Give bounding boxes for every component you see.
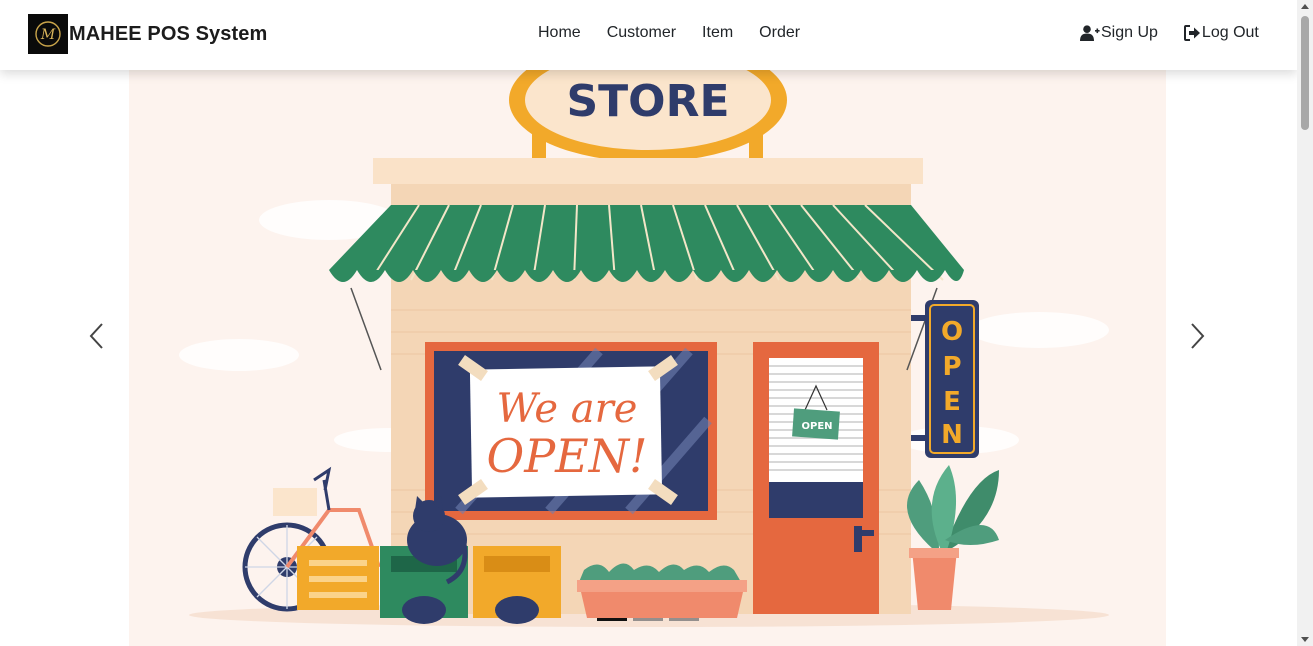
navbar: M MAHEE POS System Home Customer Item Or… [0,0,1297,70]
logout-icon [1183,25,1200,41]
svg-text:M: M [40,27,56,43]
svg-text:STORE: STORE [566,76,729,127]
signup-link[interactable]: Sign Up [1080,24,1158,42]
chevron-left-icon [89,323,103,349]
chevron-right-icon [1191,323,1205,349]
svg-text:OPEN!: OPEN! [487,429,648,483]
carousel-indicator[interactable] [633,618,663,621]
scroll-thumb[interactable] [1301,16,1309,130]
brand-logo: M [28,14,68,54]
signup-label: Sign Up [1101,24,1158,41]
carousel-next-button[interactable] [1178,306,1218,366]
carousel-indicator[interactable] [597,618,627,621]
nav-customer[interactable]: Customer [607,24,676,42]
user-plus-icon [1080,25,1100,41]
logout-link[interactable]: Log Out [1183,24,1259,42]
svg-text:E: E [943,387,961,417]
carousel-indicators [597,618,699,621]
hero-carousel: STORE We are OPEN! OPEN O P E N [0,70,1297,646]
scroll-down-arrow-icon[interactable] [1301,637,1309,642]
nav-account: Sign Up Log Out [1080,24,1259,42]
page-scrollbar[interactable] [1297,0,1313,646]
store-illustration: STORE We are OPEN! OPEN O P E N [179,70,1109,627]
nav-home[interactable]: Home [538,24,581,42]
svg-text:P: P [942,352,961,382]
nav-item[interactable]: Item [702,24,733,42]
logout-label: Log Out [1201,24,1259,41]
carousel-prev-button[interactable] [76,306,116,366]
brand-name: MAHEE POS System [69,22,268,45]
nav-links: Home Customer Item Order [538,24,800,42]
carousel-indicator[interactable] [669,618,699,621]
svg-text:OPEN: OPEN [801,421,832,432]
nav-order[interactable]: Order [759,24,800,42]
svg-text:O: O [941,317,963,347]
scroll-up-arrow-icon[interactable] [1301,4,1309,9]
brand-link[interactable]: M MAHEE POS System [28,14,267,54]
svg-text:N: N [941,420,963,450]
carousel-slide: STORE We are OPEN! OPEN O P E N [129,70,1166,646]
svg-text:We are: We are [497,386,638,432]
